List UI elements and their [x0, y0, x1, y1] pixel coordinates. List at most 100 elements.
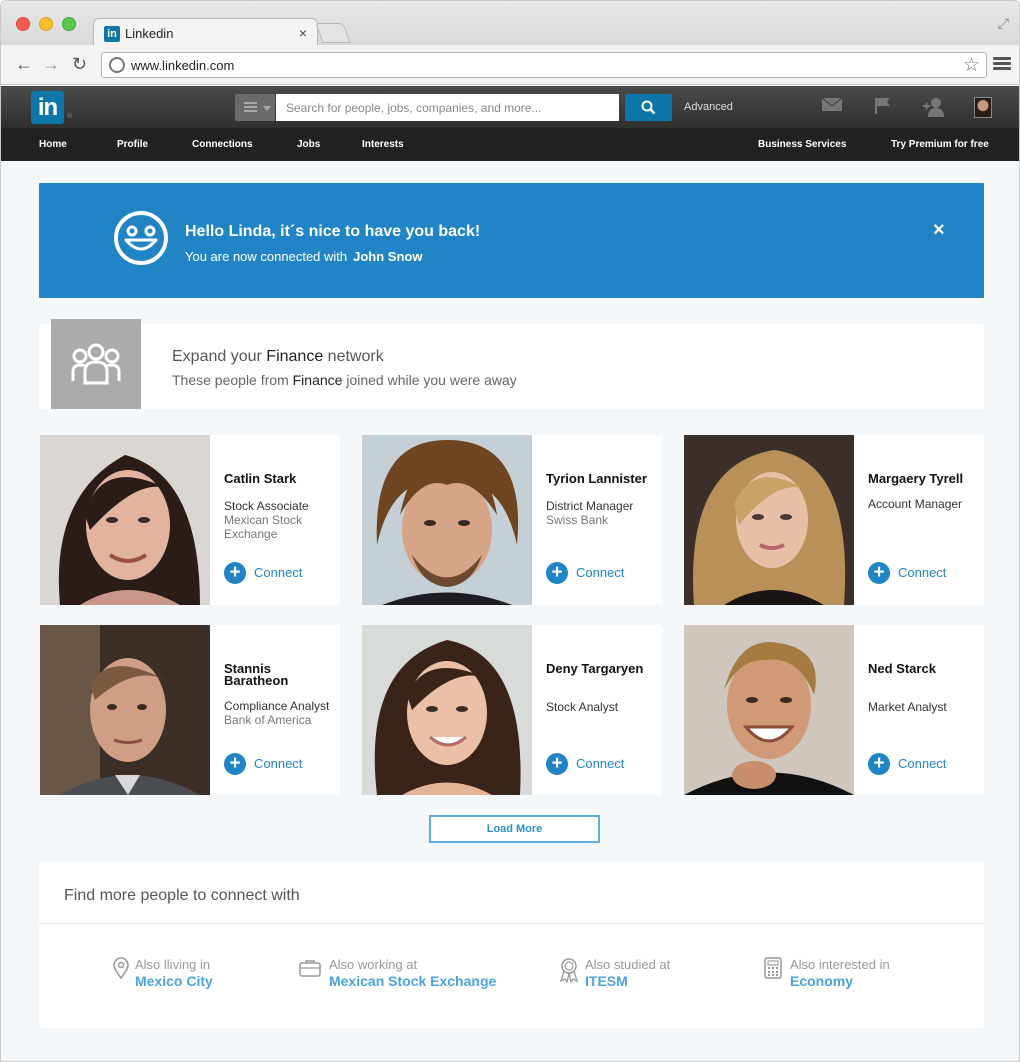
nav-jobs[interactable]: Jobs — [297, 139, 320, 150]
nav-profile[interactable]: Profile — [117, 139, 148, 150]
registered-mark: ® — [67, 113, 73, 120]
mail-icon[interactable] — [821, 97, 843, 112]
forward-arrow-icon[interactable]: → — [42, 54, 60, 75]
person-title: Compliance Analyst Bank of America — [224, 699, 336, 727]
person-job-title: Stock Analyst — [546, 700, 619, 714]
connect-label: Connect — [898, 565, 947, 580]
person-company: Bank of America — [224, 713, 312, 727]
reload-icon[interactable]: ↻ — [72, 54, 87, 75]
banner-subtitle-text: You are now connected with — [185, 249, 348, 264]
person-photo[interactable] — [40, 435, 210, 605]
criteria-label: Also studied at — [585, 957, 671, 972]
person-photo-image — [362, 625, 532, 795]
url-text[interactable]: www.linkedin.com — [131, 58, 234, 73]
find-more-title: Find more people to connect with — [64, 887, 300, 904]
globe-icon — [109, 57, 125, 73]
person-company: Mexican Stock Exchange — [224, 513, 303, 541]
connected-name-link[interactable]: John Snow — [353, 249, 422, 264]
add-connection-icon[interactable] — [923, 97, 945, 117]
expand-title-suffix: network — [327, 348, 384, 365]
criteria-value[interactable]: Mexican Stock Exchange — [329, 973, 496, 989]
minimize-window-button[interactable] — [39, 17, 53, 31]
welcome-banner: Hello Linda, it´s nice to have you back!… — [39, 183, 984, 298]
person-name[interactable]: Catlin Stark — [224, 472, 334, 485]
bookmark-star-icon[interactable]: ☆ — [963, 54, 980, 77]
profile-avatar[interactable] — [974, 97, 992, 118]
browser-tab[interactable]: in Linkedin × — [93, 18, 318, 47]
person-card: Margaery Tyrell Account Manager + Connect — [684, 435, 984, 605]
person-photo[interactable] — [40, 625, 210, 795]
person-photo-image — [40, 435, 210, 605]
calculator-icon — [764, 957, 782, 979]
caret-down-icon — [263, 106, 271, 111]
group-icon — [71, 343, 121, 385]
main-nav: Home Profile Connections Jobs Interests … — [1, 128, 1019, 161]
person-card: Deny Targaryen Stock Analyst + Connect — [362, 625, 662, 795]
criteria-value[interactable]: Economy — [790, 973, 853, 989]
plus-circle-icon: + — [224, 562, 246, 584]
banner-subtitle: You are now connected with John Snow — [185, 249, 422, 264]
new-tab-button[interactable] — [315, 23, 351, 43]
plus-circle-icon: + — [868, 562, 890, 584]
search-input[interactable] — [276, 94, 619, 121]
expand-title-prefix: Expand your — [172, 348, 262, 365]
person-card: Catlin Stark Stock Associate Mexican Stoc… — [40, 435, 340, 605]
back-arrow-icon[interactable]: ← — [15, 54, 33, 75]
browser-menu-icon[interactable] — [993, 57, 1011, 71]
person-card: Ned Starck Market Analyst + Connect — [684, 625, 984, 795]
person-photo[interactable] — [362, 625, 532, 795]
criteria-value[interactable]: Mexico City — [135, 973, 213, 989]
person-name[interactable]: Stannis Baratheon — [224, 662, 334, 687]
person-card: Tyrion Lannister District Manager Swiss B… — [362, 435, 662, 605]
person-card: Stannis Baratheon Compliance Analyst Bank… — [40, 625, 340, 795]
connect-label: Connect — [576, 756, 625, 771]
person-name[interactable]: Deny Targaryen — [546, 662, 656, 675]
person-job-title: Account Manager — [868, 497, 963, 511]
address-bar[interactable]: www.linkedin.com ☆ — [101, 52, 987, 78]
advanced-search-link[interactable]: Advanced — [684, 101, 733, 113]
person-name[interactable]: Margaery Tyrell — [868, 472, 978, 485]
criteria-label: Also interested in — [790, 957, 890, 972]
nav-connections[interactable]: Connections — [192, 139, 253, 150]
fullscreen-icon[interactable]: ⤢ — [998, 15, 1009, 32]
expand-sub-suffix: joined while you were away — [346, 372, 517, 388]
person-photo-image — [40, 625, 210, 795]
tab-close-icon[interactable]: × — [299, 25, 307, 41]
zoom-window-button[interactable] — [62, 17, 76, 31]
find-more-panel: Find more people to connect with Also ll… — [39, 861, 984, 1028]
person-photo[interactable] — [362, 435, 532, 605]
linkedin-favicon-icon: in — [104, 26, 120, 42]
criteria-value[interactable]: ITESM — [585, 973, 628, 989]
person-company: Swiss Bank — [546, 513, 609, 527]
connect-label: Connect — [576, 565, 625, 580]
person-title: Market Analyst — [868, 700, 980, 714]
nav-business-services[interactable]: Business Services — [758, 139, 846, 150]
linkedin-logo[interactable]: in — [31, 91, 64, 124]
site-header: in ® Advanced — [1, 86, 1019, 128]
person-job-title: Compliance Analyst — [224, 699, 330, 713]
close-window-button[interactable] — [16, 17, 30, 31]
location-pin-icon — [113, 957, 129, 979]
search-category-dropdown[interactable] — [235, 94, 275, 121]
person-title: District Manager Swiss Bank — [546, 499, 658, 527]
load-more-button[interactable]: Load More — [429, 815, 600, 843]
criteria-label: Also lliving in — [135, 957, 211, 972]
nav-interests[interactable]: Interests — [362, 139, 404, 150]
person-photo[interactable] — [684, 625, 854, 795]
flag-icon[interactable] — [874, 97, 892, 115]
banner-title: Hello Linda, it´s nice to have you back! — [185, 223, 481, 240]
expand-title-highlight: Finance — [266, 348, 324, 365]
browser-tabstrip: in Linkedin × ⤢ — [1, 1, 1019, 47]
person-name[interactable]: Ned Starck — [868, 662, 978, 675]
award-ribbon-icon — [559, 958, 579, 983]
nav-try-premium[interactable]: Try Premium for free — [891, 139, 989, 150]
person-photo[interactable] — [684, 435, 854, 605]
group-icon-tile — [51, 319, 141, 409]
close-banner-icon[interactable]: × — [933, 219, 945, 242]
search-button[interactable] — [625, 94, 672, 121]
person-photo-image — [684, 435, 854, 605]
connect-label: Connect — [898, 756, 947, 771]
person-name[interactable]: Tyrion Lannister — [546, 472, 656, 485]
person-job-title: Market Analyst — [868, 700, 947, 714]
nav-home[interactable]: Home — [39, 139, 67, 150]
